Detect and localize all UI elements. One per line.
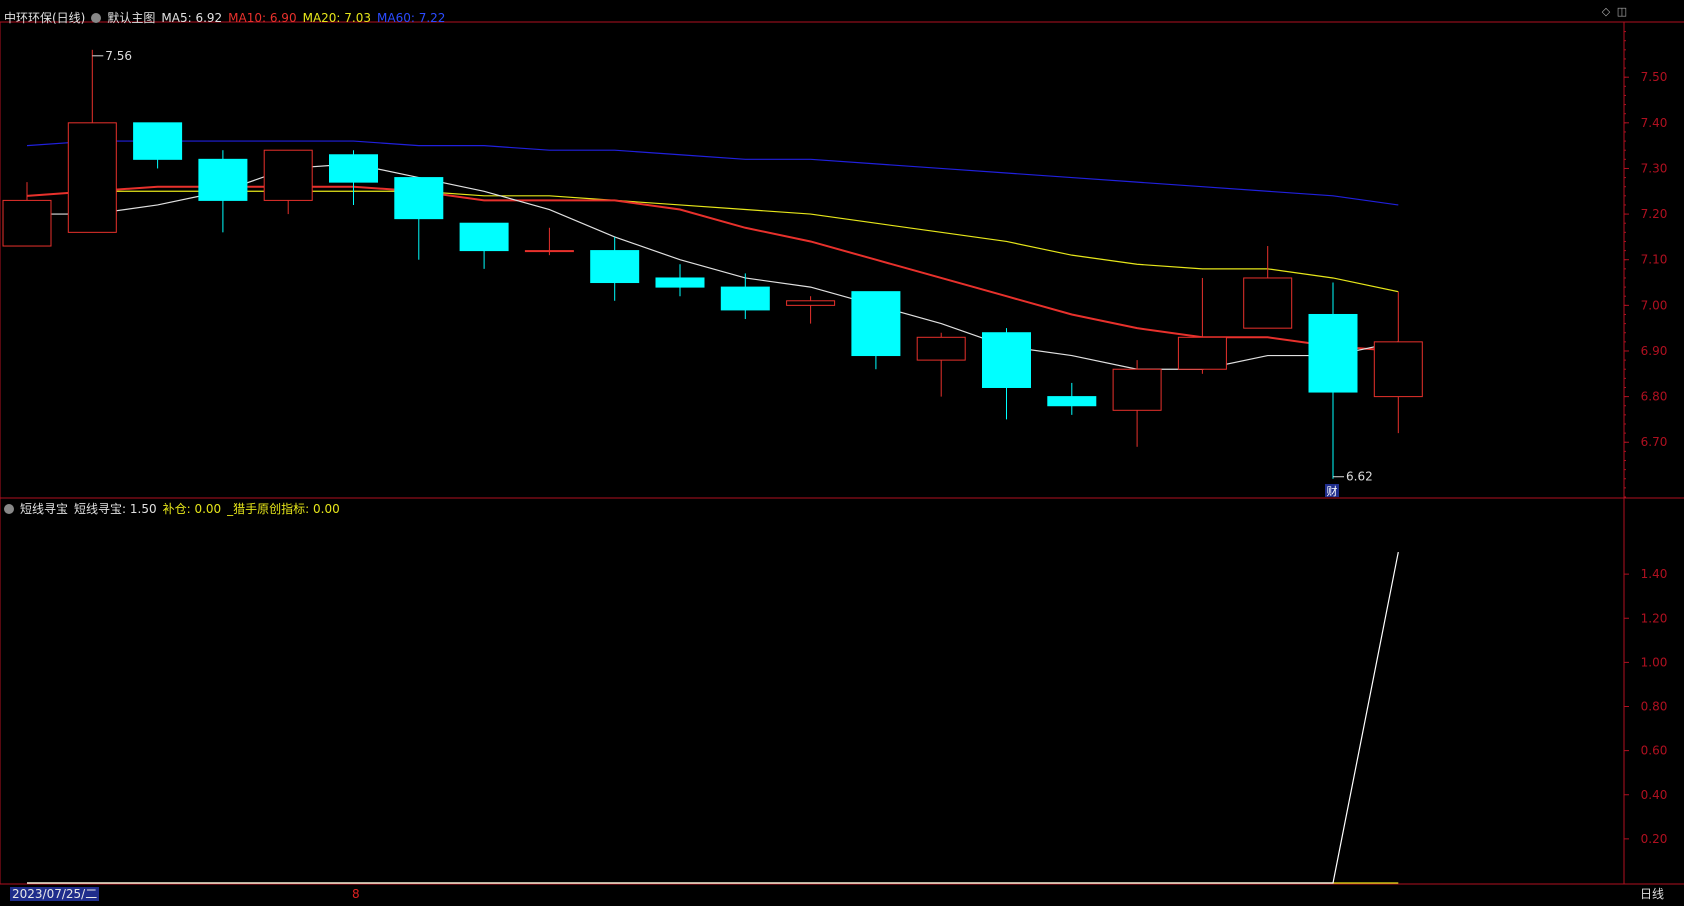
ma60-value: MA60: 7.22 [377,11,446,25]
indicator-value-3: _猎手原创指标: 0.00 [227,502,340,516]
low-price-label: 6.62 [1346,470,1373,484]
indicator-line [27,551,1399,884]
indicator-tick-label: 0.20 [1641,832,1668,846]
indicator-tick-label: 1.40 [1641,567,1668,581]
candle-body-up [1373,341,1423,398]
candle-body-down [133,122,183,160]
template-name[interactable]: 默认主图 [107,11,155,25]
ma10-value: MA10: 6.90 [228,11,297,25]
candle-body-down [459,222,509,252]
price-tick-label: 7.30 [1641,161,1668,175]
candle-body-down [198,158,248,201]
candle-body-down [851,291,901,357]
sub-chart-header: 短线寻宝 短线寻宝: 1.50 补仓: 0.00 _猎手原创指标: 0.00 [4,500,346,517]
template-toggle-icon[interactable] [91,13,102,23]
candle-body-down [1308,313,1358,393]
indicator-value-2: 补仓: 0.00 [162,502,222,516]
candle-body-up [916,336,966,361]
period-selector[interactable]: 日线 [1640,887,1664,901]
stock-title[interactable]: 中环环保(日线) [4,11,85,25]
indicator-tick-label: 0.40 [1641,788,1668,802]
candle-body-down [590,250,640,284]
stock-chart[interactable]: 7.50 7.40 7.30 7.20 7.10 7.00 6.90 6.80 6.70 1.40… [0,0,1684,906]
indicator-tick-label: 1.20 [1641,611,1668,625]
price-tick-label: 7.50 [1641,70,1668,84]
candle-body-up [1243,277,1293,329]
main-chart-header: 中环环保(日线) 默认主图 MA5: 6.92 MA10: 6.90 MA20: 7.0… [4,9,451,26]
ma20-line [26,190,1399,293]
indicator-value-1: 短线寻宝: 1.50 [74,502,157,516]
candle-body-down [655,277,705,288]
indicator-tick-label: 1.00 [1641,655,1668,669]
price-tick-label: 6.90 [1641,344,1668,358]
candle-body-up [67,122,117,233]
candle-body-down [982,332,1031,388]
indicator-tick-label: 0.80 [1641,700,1668,714]
candle-body-up [2,199,52,247]
candle-body-up [1112,368,1162,411]
x-axis-tick: 8 [352,887,360,901]
indicator-name[interactable]: 短线寻宝 [20,502,68,516]
price-tick-label: 7.00 [1641,298,1668,312]
diamond-icon[interactable]: ◇ [1600,6,1612,18]
price-tick-label: 7.10 [1641,253,1668,267]
candle-body-down [1047,396,1097,407]
price-tick-label: 7.20 [1641,207,1668,221]
window-icon[interactable]: ◫ [1616,6,1628,18]
price-tick-label: 6.70 [1641,435,1668,449]
price-tick-label: 6.80 [1641,390,1668,404]
ma20-value: MA20: 7.03 [302,11,372,25]
candle-body-down [720,286,770,311]
high-price-label: 7.56 [105,49,132,63]
candle-body-up [263,149,313,201]
candle-body-down [394,177,444,220]
finance-marker-label: 财 [1327,484,1338,498]
candle-body-down [329,154,378,183]
price-tick-label: 7.40 [1641,116,1668,130]
candle-body-up [1177,336,1227,370]
indicator-tick-label: 0.60 [1641,744,1668,758]
cursor-date: 2023/07/25/二 [10,887,100,901]
candle-body-up [524,250,574,253]
candle-body-up [786,300,836,306]
indicator-toggle-icon[interactable] [4,504,14,514]
ma5-value: MA5: 6.92 [161,11,223,25]
